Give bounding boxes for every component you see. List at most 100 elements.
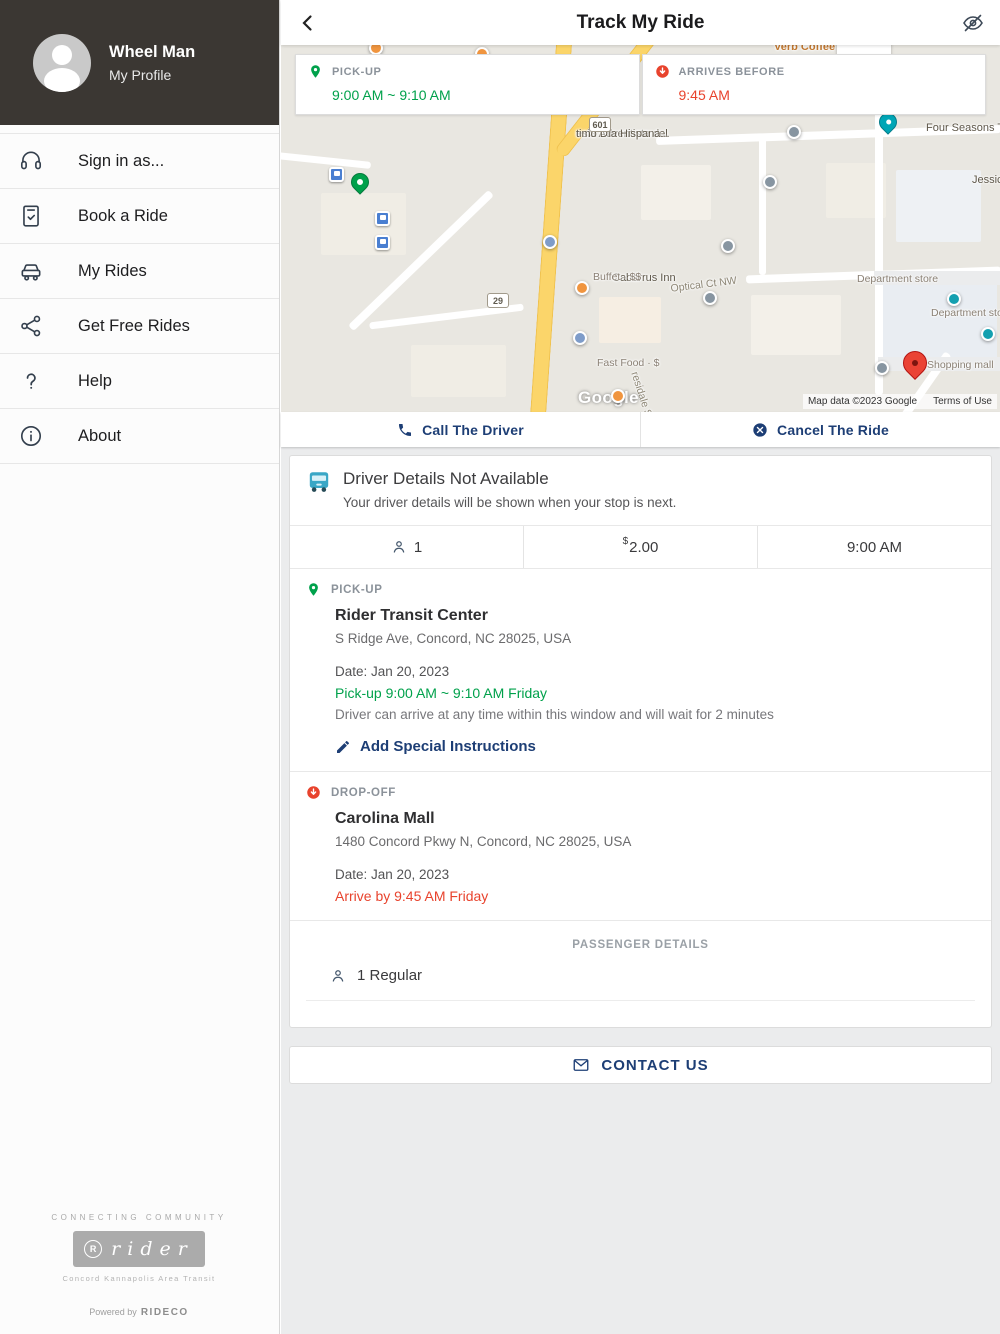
sidebar-item-label: About bbox=[78, 426, 122, 445]
fare-amount: 2.00 bbox=[629, 538, 659, 556]
map-marker-dot-gray bbox=[763, 175, 777, 189]
cancel-ride-button[interactable]: Cancel The Ride bbox=[641, 412, 1000, 447]
sidebar-item-label: My Rides bbox=[78, 261, 147, 280]
map-building bbox=[641, 165, 711, 220]
back-button[interactable] bbox=[291, 6, 325, 40]
agency-name: Concord Kannapolis Area Transit bbox=[62, 1274, 216, 1283]
driver-status-title: Driver Details Not Available bbox=[343, 469, 549, 488]
question-icon bbox=[18, 368, 44, 394]
map-marker-dot-teal bbox=[981, 327, 995, 341]
dropoff-place-name: Carolina Mall bbox=[335, 810, 435, 827]
headset-icon bbox=[18, 148, 44, 174]
trip-summary: PICK-UP 9:00 AM ~ 9:10 AM ARRIVES BEFORE… bbox=[295, 54, 986, 115]
ride-details: Driver Details Not Available Your driver… bbox=[281, 447, 1000, 1084]
add-special-instructions-button[interactable]: Add Special Instructions bbox=[335, 738, 975, 755]
booking-icon bbox=[18, 203, 44, 229]
sidebar-item-get-free-rides[interactable]: Get Free Rides bbox=[0, 299, 279, 354]
pickup-note: Driver can arrive at any time within thi… bbox=[335, 707, 774, 722]
map[interactable]: Verb CoffeeFour Seasons TanningCarolina … bbox=[281, 45, 1000, 412]
sidebar-item-book-a-ride[interactable]: Book a Ride bbox=[0, 189, 279, 244]
pickup-time: 9:00 AM bbox=[757, 526, 991, 568]
call-driver-label: Call The Driver bbox=[422, 421, 524, 438]
main-panel: Track My Ride Verb CoffeeFour Seasons Ta… bbox=[281, 0, 1000, 1334]
map-marker-dot-teal bbox=[947, 292, 961, 306]
passenger-icon bbox=[332, 969, 344, 982]
pickup-summary-card: PICK-UP 9:00 AM ~ 9:10 AM bbox=[295, 54, 640, 115]
dropoff-date: Date: Jan 20, 2023 bbox=[335, 867, 450, 882]
pickup-time-value: 9:00 AM bbox=[846, 538, 903, 556]
map-attribution: Map data ©2023 Google Terms of Use bbox=[802, 394, 997, 409]
dropoff-address: 1480 Concord Pkwy N, Concord, NC 28025, … bbox=[335, 834, 632, 849]
sidebar-nav: Sign in as... Book a Ride My Rides Get F… bbox=[0, 133, 279, 464]
sidebar-item-sign-in-as[interactable]: Sign in as... bbox=[0, 133, 279, 189]
map-marker-dot-gray bbox=[721, 239, 735, 253]
envelope-icon bbox=[573, 1059, 589, 1071]
map-road bbox=[875, 95, 883, 395]
share-icon bbox=[18, 313, 44, 339]
cancel-ride-label: Cancel The Ride bbox=[777, 421, 889, 438]
hide-map-button[interactable] bbox=[958, 8, 988, 38]
dropoff-section-label: DROP-OFF bbox=[331, 786, 396, 799]
map-building bbox=[411, 345, 506, 397]
map-marker-dot-orange bbox=[575, 281, 589, 295]
app-header: Track My Ride bbox=[281, 0, 1000, 45]
pickup-window: Pick-up 9:00 AM ~ 9:10 AM Friday bbox=[335, 685, 548, 701]
arrives-summary-time: 9:45 AM bbox=[678, 87, 730, 103]
map-marker-shield: 29 bbox=[487, 293, 509, 308]
ride-details-card: Driver Details Not Available Your driver… bbox=[289, 455, 992, 1028]
pickup-section-label: PICK-UP bbox=[331, 583, 383, 596]
terms-of-use-link[interactable]: Terms of Use bbox=[933, 396, 992, 407]
rider-logo-mark: R bbox=[84, 1240, 103, 1258]
ride-action-bar: Call The Driver Cancel The Ride bbox=[281, 412, 1000, 447]
sidebar-item-label: Book a Ride bbox=[78, 206, 168, 225]
passenger-count-value: 1 bbox=[413, 538, 423, 556]
trip-stats: 1 $2.00 9:00 AM bbox=[290, 526, 991, 569]
sidebar: Wheel Man My Profile Sign in as... Book … bbox=[0, 0, 280, 1334]
arrives-summary-card: ARRIVES BEFORE 9:45 AM bbox=[641, 54, 986, 115]
pickup-pin bbox=[347, 169, 373, 195]
bus-icon bbox=[309, 472, 329, 492]
passenger-type-value: 1 Regular bbox=[357, 967, 423, 984]
powered-brand: RIDECO bbox=[140, 1307, 189, 1318]
sidebar-item-about[interactable]: About bbox=[0, 409, 279, 464]
driver-status: Driver Details Not Available Your driver… bbox=[290, 456, 991, 526]
driver-status-subtitle: Your driver details will be shown when y… bbox=[343, 495, 677, 510]
phone-icon bbox=[399, 423, 412, 436]
fare-currency: $ bbox=[622, 535, 629, 547]
contact-us-label: CONTACT US bbox=[601, 1056, 709, 1074]
avatar bbox=[33, 33, 91, 92]
map-road bbox=[281, 152, 372, 169]
profile-header[interactable]: Wheel Man My Profile bbox=[0, 0, 279, 125]
passenger-details-section: PASSENGER DETAILS 1 Regular bbox=[290, 921, 991, 1027]
chevron-left-icon bbox=[302, 15, 312, 31]
map-marker-dot-blue bbox=[543, 235, 557, 249]
passenger-count-icon bbox=[393, 541, 405, 553]
car-icon bbox=[18, 258, 44, 284]
passenger-row: 1 Regular bbox=[306, 967, 975, 1001]
sidebar-item-my-rides[interactable]: My Rides bbox=[0, 244, 279, 299]
passenger-count: 1 bbox=[290, 526, 523, 568]
map-marker-dot-gray bbox=[703, 291, 717, 305]
pickup-pin-icon bbox=[311, 65, 320, 78]
map-marker-transit bbox=[375, 235, 390, 250]
sidebar-item-label: Help bbox=[78, 371, 112, 390]
info-icon bbox=[18, 423, 44, 449]
pickup-address: S Ridge Ave, Concord, NC 28025, USA bbox=[335, 631, 572, 646]
map-label: Wendy'sFast Food · $ bbox=[597, 357, 1000, 371]
page-title: Track My Ride bbox=[576, 11, 705, 33]
pickup-summary-label: PICK-UP bbox=[332, 65, 382, 78]
map-marker-transit bbox=[375, 211, 390, 226]
call-driver-button[interactable]: Call The Driver bbox=[281, 412, 641, 447]
map-label: Golden CorralBuffet & GrillBuffet · $$ bbox=[593, 271, 1000, 285]
pickup-pin-icon bbox=[309, 583, 318, 596]
powered-by: Powered by RIDECO bbox=[0, 1307, 278, 1318]
map-building bbox=[321, 193, 406, 255]
add-special-instructions-label: Add Special Instructions bbox=[360, 738, 536, 755]
map-building bbox=[599, 297, 661, 343]
sidebar-item-help[interactable]: Help bbox=[0, 354, 279, 409]
dropoff-arrive-by: Arrive by 9:45 AM Friday bbox=[335, 888, 489, 904]
profile-name: Wheel Man bbox=[109, 42, 196, 61]
arrives-before-icon bbox=[655, 65, 669, 78]
contact-us-button[interactable]: CONTACT US bbox=[289, 1046, 992, 1084]
pickup-date: Date: Jan 20, 2023 bbox=[335, 664, 450, 679]
